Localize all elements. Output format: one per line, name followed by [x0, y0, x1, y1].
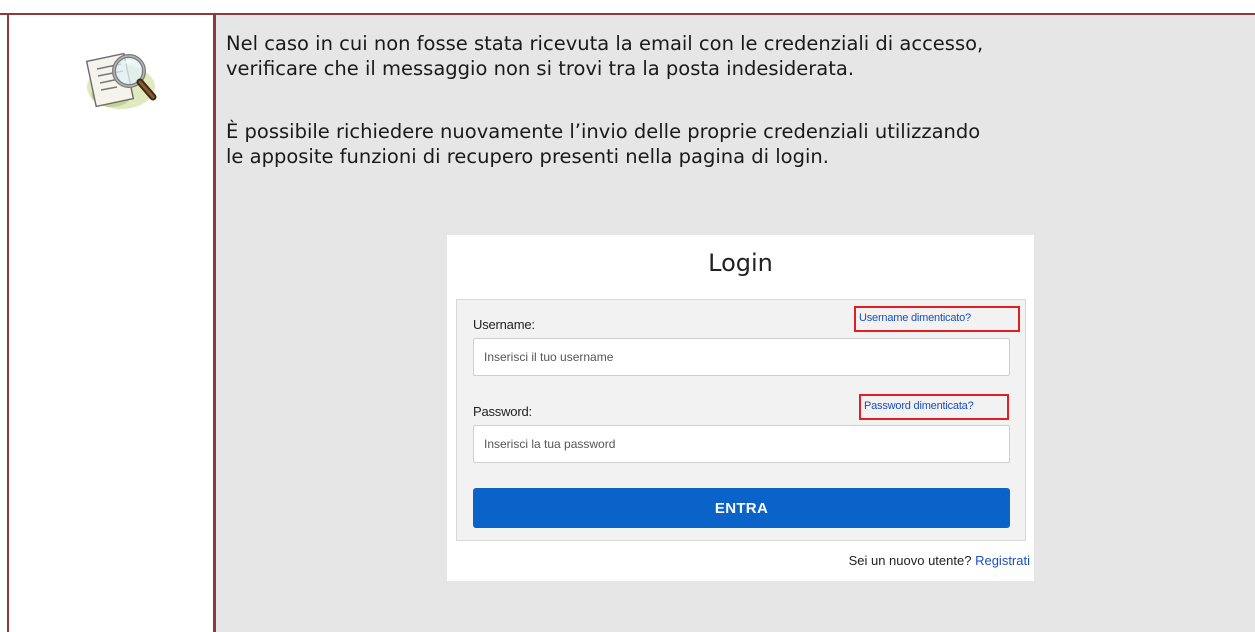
register-link[interactable]: Registrati — [975, 553, 1030, 568]
login-title: Login — [708, 249, 773, 277]
login-screenshot: Login Username: Username dimenticato? Pa… — [447, 235, 1034, 581]
note-content-cell: Nel caso in cui non fosse stata ricevuta… — [216, 15, 1255, 632]
table-top-border — [0, 13, 1255, 15]
password-label: Password: — [473, 404, 532, 419]
forgot-username-link[interactable]: Username dimenticato? — [854, 306, 1020, 332]
table-left-border — [7, 13, 9, 632]
enter-button[interactable]: ENTRA — [473, 488, 1010, 528]
register-line: Sei un nuovo utente? Registrati — [849, 553, 1030, 568]
forgot-password-link[interactable]: Password dimenticata? — [859, 394, 1009, 420]
magnifier-document-icon — [85, 52, 157, 109]
register-prompt: Sei un nuovo utente? — [848, 553, 972, 568]
username-label: Username: — [473, 317, 535, 332]
table-column-divider — [213, 13, 216, 632]
icon-cell — [9, 15, 213, 632]
password-input[interactable] — [473, 425, 1010, 463]
note-paragraph-1-line-1: Nel caso in cui non fosse stata ricevuta… — [226, 32, 984, 55]
note-paragraph-1: Nel caso in cui non fosse stata ricevuta… — [226, 31, 983, 81]
note-paragraph-1-line-2: verificare che il messaggio non si trovi… — [226, 57, 855, 80]
note-paragraph-2-line-2: le apposite funzioni di recupero present… — [226, 145, 829, 168]
note-paragraph-2: È possibile richiedere nuovamente l’invi… — [226, 119, 980, 169]
username-input[interactable] — [473, 338, 1010, 376]
note-table: Nel caso in cui non fosse stata ricevuta… — [0, 0, 1255, 632]
note-paragraph-2-line-1: È possibile richiedere nuovamente l’invi… — [226, 120, 981, 143]
login-form: Username: Username dimenticato? Password… — [456, 299, 1026, 541]
